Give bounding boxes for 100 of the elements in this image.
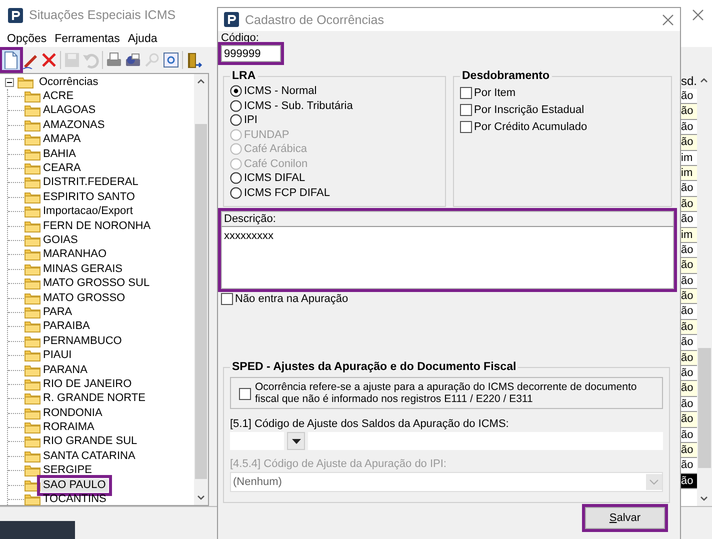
app-logo-icon (224, 12, 239, 27)
tree-item[interactable]: FERN DE NORONHA (41, 220, 153, 233)
tree-item[interactable]: Importacao/Export (41, 205, 135, 218)
field-label: [5.1] Código de Ajuste dos Saldos da Apuração do ICMS: (230, 418, 510, 430)
tree-item[interactable]: RORAIMA (41, 421, 96, 434)
table-cell: ão (681, 350, 697, 366)
folder-icon (24, 364, 41, 376)
folder-icon (24, 248, 41, 262)
tree-item[interactable]: PARA (41, 306, 74, 319)
column-header[interactable]: sd. (681, 73, 697, 89)
group-title: Desdobramento (461, 70, 551, 82)
table-cell: ão (681, 381, 697, 397)
tree-item[interactable]: DISTRIT.FEDERAL (41, 176, 140, 190)
tree-item[interactable]: SAO PAULO (41, 478, 108, 492)
tree-item[interactable]: SANTA CATARINA (41, 450, 138, 463)
folder-icon (24, 320, 41, 334)
radio-button[interactable] (230, 100, 242, 112)
tree-item[interactable]: RIO GRANDE SUL (41, 435, 140, 448)
checkbox-label: Não entra na Apuração (235, 293, 348, 305)
folder-icon (24, 493, 41, 506)
tree-item[interactable]: RONDONIA (41, 406, 104, 420)
folder-icon (24, 478, 41, 492)
caret-icon (292, 438, 300, 444)
folder-icon (24, 334, 41, 348)
checkbox[interactable] (239, 388, 251, 400)
folder-icon (24, 421, 41, 434)
table-cell: ão (681, 412, 697, 428)
tree-item[interactable]: AMAZONAS (41, 118, 107, 132)
radio-label: IPI (244, 114, 258, 126)
folder-icon (24, 450, 41, 463)
folder-icon (24, 104, 41, 118)
table-cell: ão (681, 196, 697, 212)
table-cell: ão (681, 442, 697, 458)
radio-button[interactable] (230, 85, 242, 98)
collapse-icon[interactable] (5, 78, 14, 87)
menu-item[interactable]: Ajuda (128, 32, 158, 44)
tree-item[interactable]: Ocorrências (37, 76, 100, 89)
folder-icon (24, 176, 41, 190)
folder-icon (24, 435, 41, 448)
table-cell: ão (681, 258, 697, 274)
tree-item[interactable]: MATO GROSSO SUL (41, 277, 152, 290)
scrollbar[interactable] (194, 74, 208, 505)
tree-item[interactable]: PARANA (41, 364, 90, 376)
radio-label: ICMS FCP DIFAL (244, 186, 330, 199)
tree-item[interactable]: ACRE (41, 90, 76, 104)
folder-icon (24, 234, 41, 247)
tree-item[interactable]: SERGIPE (41, 464, 94, 478)
radio-label: ICMS - Sub. Tributária (244, 100, 353, 112)
radio-button[interactable] (230, 186, 242, 199)
dropdown-button[interactable] (287, 432, 305, 450)
folder-icon (17, 76, 34, 89)
tree-item[interactable]: PARAIBA (41, 320, 92, 334)
checkbox[interactable] (460, 86, 472, 98)
table-cell: im (681, 166, 697, 182)
checkbox-label: Ocorrência refere-se a ajuste para a apuração do ICMS decorrente de documento fiscal que não é informado nos registros E111 / E220 / E311 (255, 381, 638, 405)
radio-label: ICMS - Normal (244, 85, 317, 98)
code-field[interactable]: 999999 (221, 45, 281, 62)
folder-icon (24, 392, 41, 406)
scroll-thumb[interactable] (698, 348, 711, 468)
tree-item[interactable]: RIO DE JANEIRO (41, 378, 134, 391)
tree-item[interactable]: GOIAS (41, 234, 80, 247)
tree-item[interactable]: PIAUI (41, 349, 74, 362)
tree-item[interactable]: CEARA (41, 162, 83, 176)
folder-icon (24, 220, 41, 233)
menu-item[interactable]: Opções (7, 32, 47, 44)
tree-item[interactable]: TOCANTINS (41, 493, 108, 506)
folder-icon (24, 162, 41, 176)
folder-icon (24, 277, 41, 290)
tree-item[interactable]: ALAGOAS (41, 104, 98, 118)
group-title: SPED - Ajustes da Apuração e do Documento Fiscal (231, 361, 518, 373)
tree-item[interactable]: PERNAMBUCO (41, 334, 124, 348)
folder-icon (24, 190, 41, 204)
app-logo-icon (8, 8, 23, 22)
checkbox-label: Por Crédito Acumulado (474, 120, 588, 132)
window-title: Situações Especiais ICMS (29, 8, 176, 22)
tree-item[interactable]: R. GRANDE NORTE (41, 392, 148, 406)
tree-item[interactable]: MINAS GERAIS (41, 262, 124, 276)
tree-item[interactable]: ESPIRITO SANTO (41, 190, 137, 204)
tree-item[interactable]: MATO GROSSO (41, 292, 128, 305)
tree-item[interactable]: AMAPA (41, 133, 83, 146)
radio-label: FUNDAP (244, 128, 290, 141)
table-cell: im (681, 228, 697, 243)
tree-item[interactable]: BAHIA (41, 148, 78, 161)
folder-icon (24, 133, 41, 146)
save-button[interactable]: Salvar (585, 507, 665, 529)
table-cell: ão (681, 474, 697, 490)
radio-button[interactable] (230, 172, 242, 184)
checkbox[interactable] (460, 104, 472, 116)
folder-icon (24, 406, 41, 420)
description-field[interactable]: xxxxxxxxx (221, 227, 674, 289)
close-icon[interactable] (662, 14, 674, 26)
scroll-thumb[interactable] (195, 124, 207, 479)
menu-item[interactable]: Ferramentas (54, 32, 120, 44)
radio-button[interactable] (230, 114, 242, 126)
checkbox[interactable] (221, 293, 233, 305)
tree-item[interactable]: MARANHAO (41, 248, 109, 262)
folder-icon (24, 205, 41, 218)
close-icon[interactable] (692, 9, 704, 21)
dropdown-value: (Nenhum) (233, 476, 282, 488)
checkbox[interactable] (460, 120, 472, 132)
